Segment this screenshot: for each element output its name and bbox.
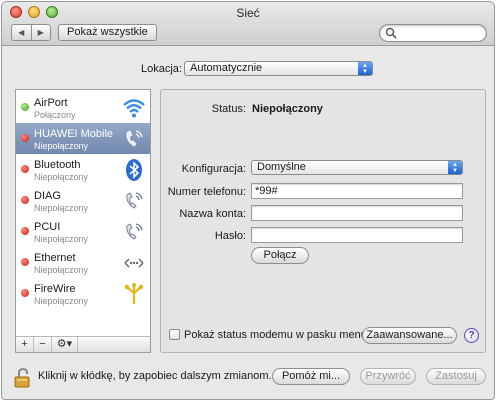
service-item-pcui[interactable]: PCUI Niepołączony — [16, 216, 150, 247]
phone-icon — [126, 223, 143, 240]
status-indicator — [21, 134, 29, 142]
show-all-button[interactable]: Pokaż wszystkie — [58, 24, 157, 41]
service-name: Ethernet — [34, 252, 76, 264]
revert-button[interactable]: Przywróć — [360, 368, 416, 385]
service-name: HUAWEI Mobile — [34, 128, 114, 140]
search-field[interactable] — [379, 24, 487, 42]
window-title: Sieć — [236, 6, 260, 20]
service-name: DIAG — [34, 190, 61, 202]
status-indicator — [21, 227, 29, 235]
lock-message: Kliknij w kłódkę, by zapobiec dalszym zm… — [38, 370, 272, 382]
phone-number-field[interactable]: *99# — [251, 183, 463, 199]
advanced-button[interactable]: Zaawansowane... — [362, 327, 457, 344]
status-indicator — [21, 196, 29, 204]
service-list-controls: + − ⚙▾ — [16, 336, 150, 352]
status-indicator — [21, 103, 29, 111]
service-item-diag[interactable]: DIAG Niepołączony — [16, 185, 150, 216]
firewire-icon — [124, 283, 144, 304]
assist-me-button[interactable]: Pomóż mi... — [272, 368, 350, 385]
phone-icon — [126, 130, 143, 147]
titlebar: Sieć ◀ ▶ Pokaż wszystkie — [2, 2, 494, 46]
service-item-huawei-mobile[interactable]: HUAWEI Mobile Niepołączony — [16, 123, 150, 154]
status-value: Niepołączony — [252, 103, 323, 115]
service-status: Niepołączony — [34, 141, 89, 151]
service-status: Niepołączony — [34, 265, 89, 275]
ethernet-icon — [124, 258, 144, 268]
service-status: Niepołączony — [34, 172, 89, 182]
service-status: Niepołączony — [34, 203, 89, 213]
service-item-firewire[interactable]: FireWire Niepołączony — [16, 278, 150, 309]
service-status: Niepołączony — [34, 296, 89, 306]
service-list: AirPort Połączony HUAWEI Mobile Niepołąc… — [15, 89, 151, 353]
service-status: Połączony — [34, 110, 76, 120]
service-item-bluetooth[interactable]: Bluetooth Niepołączony — [16, 154, 150, 185]
back-button[interactable]: ◀ — [12, 25, 32, 40]
action-menu-button[interactable]: ⚙▾ — [52, 337, 78, 352]
location-value: Automatycznie — [190, 62, 263, 74]
location-popup[interactable]: Automatycznie ▲ ▼ — [184, 61, 373, 76]
service-detail-panel — [160, 89, 486, 353]
password-field[interactable] — [251, 227, 463, 243]
remove-service-button[interactable]: − — [34, 337, 52, 352]
account-name-field[interactable] — [251, 205, 463, 221]
account-name-label: Nazwa konta: — [179, 208, 246, 220]
phone-number-label: Numer telefonu: — [167, 186, 246, 198]
service-name: FireWire — [34, 283, 76, 295]
service-item-ethernet[interactable]: Ethernet Niepołączony — [16, 247, 150, 278]
password-label: Hasło: — [214, 230, 246, 242]
apply-button[interactable]: Zastosuj — [426, 368, 486, 385]
connect-button[interactable]: Połącz — [251, 247, 309, 264]
service-status: Niepołączony — [34, 234, 89, 244]
lock-icon[interactable] — [13, 367, 33, 389]
status-label: Status: — [211, 103, 246, 115]
service-name: AirPort — [34, 97, 68, 109]
service-name: PCUI — [34, 221, 61, 233]
bottom-bar: Kliknij w kłódkę, by zapobiec dalszym zm… — [2, 359, 494, 399]
network-preferences-window: Sieć ◀ ▶ Pokaż wszystkie Lokacja: Automa… — [1, 1, 495, 400]
modem-status-checkbox[interactable] — [169, 329, 180, 340]
phone-icon — [126, 192, 143, 209]
popup-arrows-icon: ▲ ▼ — [358, 62, 372, 75]
help-button[interactable]: ? — [464, 328, 479, 343]
popup-arrows-icon: ▲ ▼ — [448, 161, 462, 174]
status-indicator — [21, 258, 29, 266]
configuration-value: Domyślne — [257, 161, 306, 173]
service-name: Bluetooth — [34, 159, 81, 171]
configuration-label: Konfiguracja: — [181, 163, 246, 175]
status-indicator — [21, 289, 29, 297]
add-service-button[interactable]: + — [16, 337, 34, 352]
modem-status-checkbox-label: Pokaż status modemu w pasku menu — [184, 329, 367, 341]
status-indicator — [21, 165, 29, 173]
forward-button[interactable]: ▶ — [32, 25, 51, 40]
configuration-popup[interactable]: Domyślne ▲ ▼ — [251, 160, 463, 175]
back-forward-control: ◀ ▶ — [11, 24, 51, 41]
location-label: Lokacja: — [141, 63, 182, 75]
wifi-icon — [123, 99, 145, 118]
service-item-airport[interactable]: AirPort Połączony — [16, 92, 150, 123]
magnifier-icon — [385, 27, 397, 39]
bluetooth-icon — [126, 159, 142, 181]
